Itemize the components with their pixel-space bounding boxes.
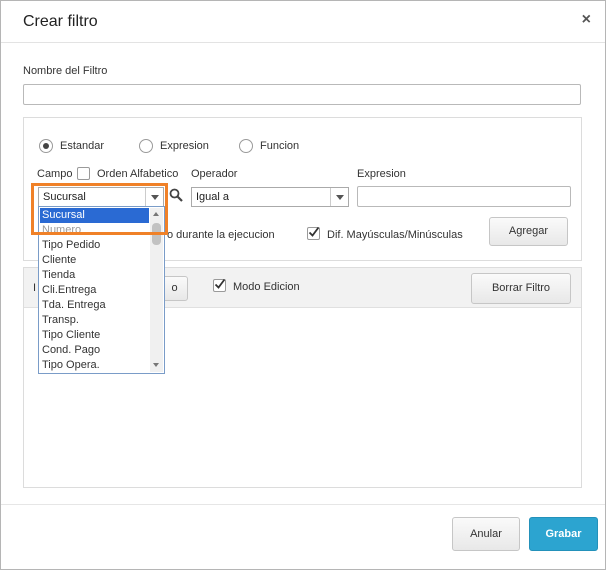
borrar-filtro-button[interactable]: Borrar Filtro <box>471 273 571 304</box>
operador-select-value: Igual a <box>196 191 230 203</box>
highlight-annotation <box>31 183 168 235</box>
campo-option[interactable]: Cli.Entrega <box>40 283 149 298</box>
operador-label: Operador <box>191 168 238 180</box>
chevron-down-icon[interactable] <box>330 188 348 206</box>
check-icon <box>214 278 226 289</box>
campo-option[interactable]: Cond. Pago <box>40 343 149 358</box>
edit-mode-checkbox[interactable] <box>213 278 226 292</box>
campo-option[interactable]: Tipo Pedido <box>40 238 149 253</box>
campo-option[interactable]: Tda. Entrega <box>40 298 149 313</box>
grabar-button[interactable]: Grabar <box>529 517 598 551</box>
dialog-title: Crear filtro <box>23 13 98 30</box>
alphabetic-order-checkbox[interactable] <box>77 167 90 180</box>
radio-expresion[interactable] <box>139 139 153 153</box>
search-icon[interactable] <box>169 188 183 202</box>
radio-estandar-label: Estandar <box>60 140 105 152</box>
radio-funcion-label: Funcion <box>260 140 300 152</box>
filter-name-label: Nombre del Filtro <box>23 65 108 77</box>
scroll-down-icon[interactable] <box>150 359 163 372</box>
campo-label: Campo <box>37 168 73 180</box>
campo-option[interactable]: Tipo Opera. <box>40 358 149 373</box>
radio-funcion[interactable] <box>239 139 253 153</box>
close-icon[interactable]: × <box>582 11 591 29</box>
case-sensitive-label: Dif. Mayúsculas/Minúsculas <box>327 229 463 241</box>
campo-option[interactable]: Tipo Cliente <box>40 328 149 343</box>
filter-name-input[interactable] <box>23 84 581 105</box>
footer-divider <box>1 504 605 505</box>
dialog-header: Crear filtro × <box>1 1 605 43</box>
expresion-label: Expresion <box>357 168 406 180</box>
ask-during-execution-label: o durante la ejecucion <box>167 229 275 241</box>
expresion-input[interactable] <box>357 186 571 207</box>
toolbar-label-fragment: I <box>33 282 37 294</box>
alphabetic-order-label: Orden Alfabetico <box>97 168 179 180</box>
radio-expresion-label: Expresion <box>160 140 209 152</box>
campo-option[interactable]: Transp. <box>40 313 149 328</box>
check-icon <box>308 226 320 237</box>
agregar-button[interactable]: Agregar <box>489 217 568 246</box>
campo-option[interactable]: Cliente <box>40 253 149 268</box>
campo-option[interactable]: Tienda <box>40 268 149 283</box>
anular-button[interactable]: Anular <box>452 517 520 551</box>
toolbar-button[interactable]: o <box>161 276 188 301</box>
radio-estandar[interactable] <box>39 139 53 153</box>
create-filter-dialog: Crear filtro × Nombre del Filtro Estanda… <box>0 0 606 570</box>
operador-select[interactable]: Igual a <box>191 187 349 207</box>
edit-mode-label: Modo Edicion <box>233 281 300 293</box>
